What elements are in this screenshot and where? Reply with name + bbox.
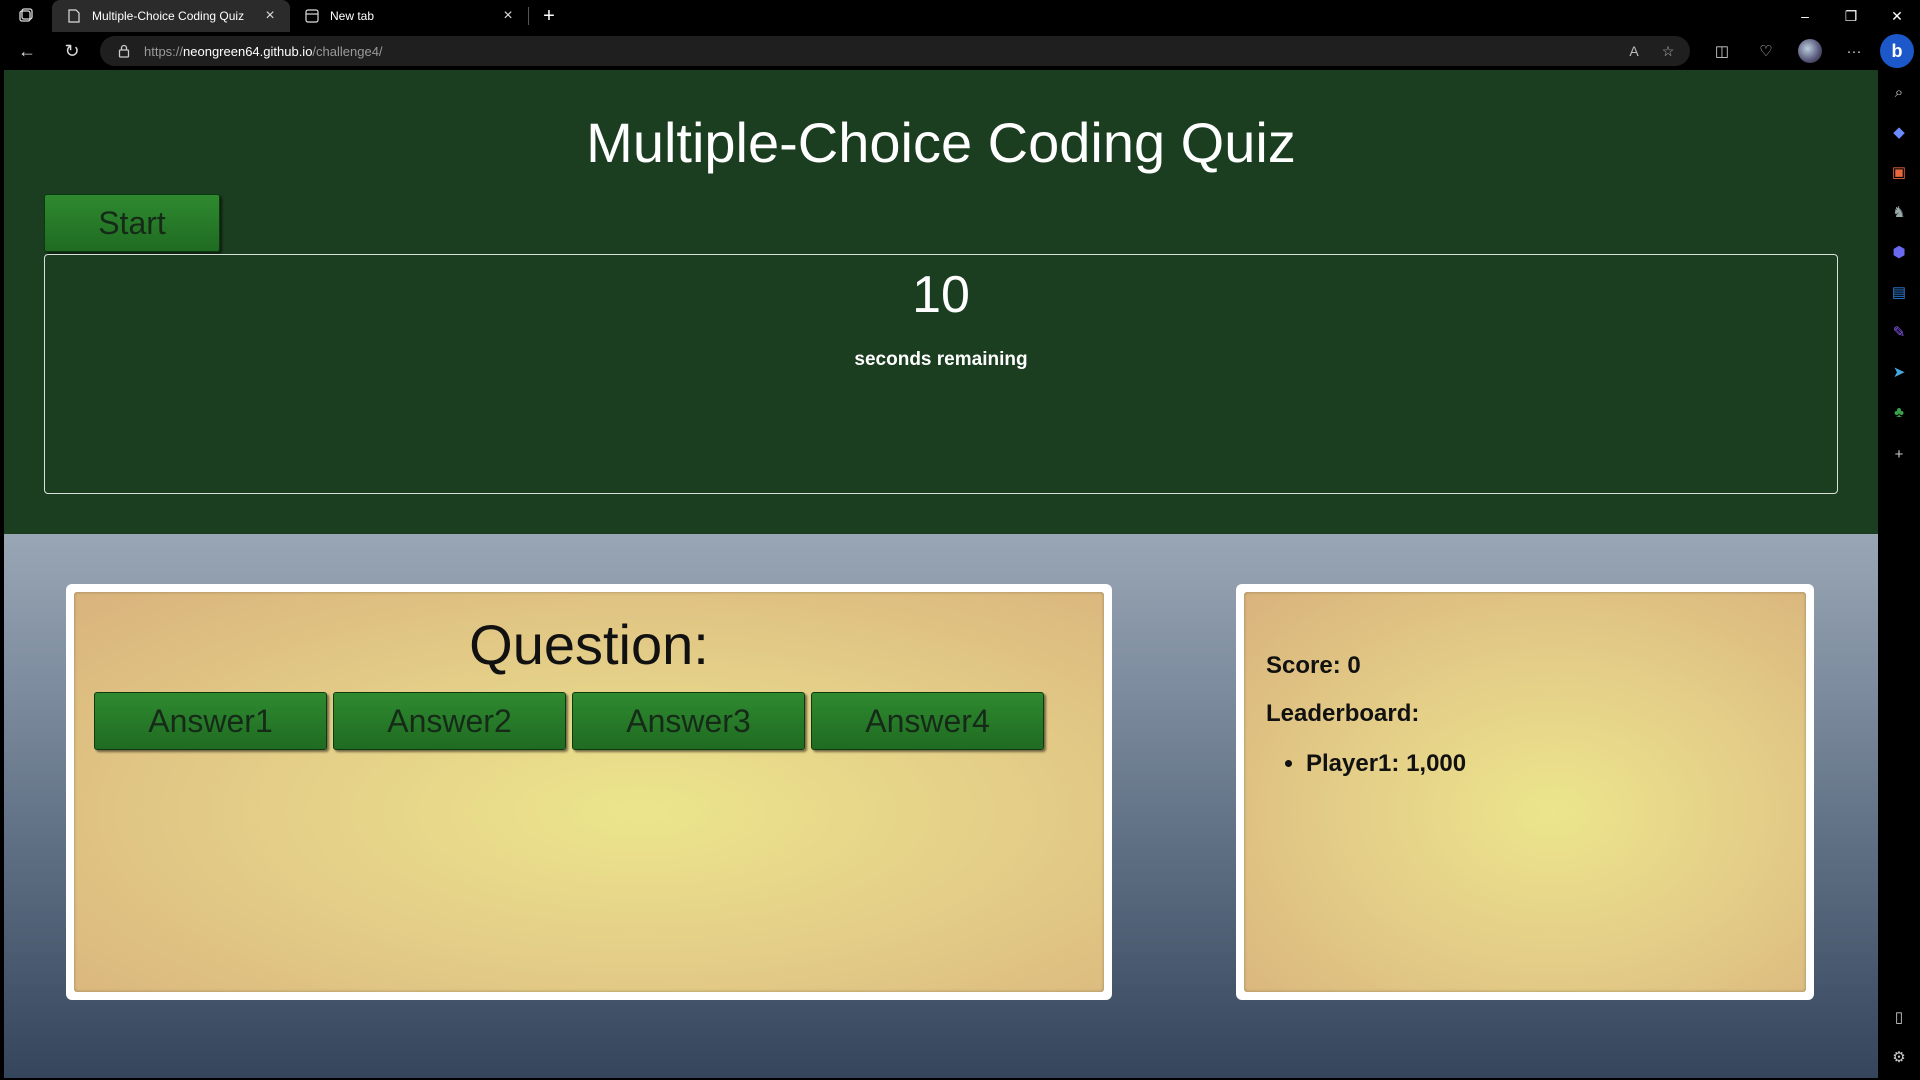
close-window-icon[interactable]: ✕ [1874,0,1920,32]
quiz-header: Multiple-Choice Coding Quiz Start 10 sec… [4,70,1878,534]
hide-sidebar-icon[interactable]: ▯ [1887,1005,1911,1029]
window-controls: – ❐ ✕ [1782,0,1920,32]
games-icon[interactable]: ♞ [1887,200,1911,224]
leaderboard-label: Leaderboard: [1266,700,1420,727]
timer-panel: 10 seconds remaining [44,254,1838,494]
read-aloud-icon[interactable]: A [1624,41,1644,61]
tab-strip: Multiple-Choice Coding Quiz × New tab × … [0,0,1920,32]
tab-actions-icon[interactable] [0,0,52,32]
shopping-tag-icon[interactable]: ◆ [1887,120,1911,144]
page-title: Multiple-Choice Coding Quiz [586,111,1296,174]
leaderboard-list: Player1: 1,000 [1306,750,1466,778]
settings-gear-icon[interactable]: ⚙ [1887,1045,1911,1069]
send-icon[interactable]: ➤ [1887,360,1911,384]
timer-label: seconds remaining [854,349,1028,370]
answer-button-1[interactable]: Answer1 [94,692,327,750]
tab-title: New tab [330,9,375,23]
url-host: neongreen64.github.io [183,43,313,59]
leaderboard-entry: Player1: 1,000 [1306,750,1466,778]
refresh-icon[interactable]: ↻ [54,35,90,67]
new-tab-page-icon [304,8,320,24]
browser-essentials-icon[interactable]: ♡ [1748,36,1784,66]
back-icon[interactable]: ← [9,35,45,67]
score-card: Score: 0 Leaderboard: Player1: 1,000 [1236,584,1814,1000]
answer-button-2[interactable]: Answer2 [333,692,566,750]
copilot-icon[interactable]: b [1880,34,1914,68]
page-icon [66,8,82,24]
address-bar-row: ← ↻ https://neongreen64.github.io/challe… [0,32,1920,70]
minimize-icon[interactable]: – [1782,0,1828,32]
edge-sidebar: ⌕ ◆ ▣ ♞ ⬢ ▤ ✎ ➤ ♣ + ▯ ⚙ [1878,70,1920,1080]
start-button[interactable]: Start [44,194,220,252]
question-card-body: Question: Answer1 Answer2 Answer3 Answer… [74,592,1104,992]
new-tab-button[interactable]: + [533,0,565,32]
lock-icon[interactable] [116,43,132,59]
microsoft365-icon[interactable]: ⬢ [1887,240,1911,264]
tools-briefcase-icon[interactable]: ▣ [1887,160,1911,184]
url-scheme: https:// [144,43,184,59]
tab-title: Multiple-Choice Coding Quiz [92,9,245,23]
question-card: Question: Answer1 Answer2 Answer3 Answer… [66,584,1112,1000]
timer-count: 10 [912,266,970,324]
close-tab-icon[interactable]: × [262,7,278,24]
tab-new-tab[interactable]: New tab × [290,0,528,32]
close-tab-icon[interactable]: × [500,7,516,24]
search-icon[interactable]: ⌕ [1887,80,1911,104]
tab-separator [528,7,529,25]
avatar [1798,39,1822,63]
favorite-star-icon[interactable]: ☆ [1658,41,1678,61]
answer-button-4[interactable]: Answer4 [811,692,1044,750]
tree-icon[interactable]: ♣ [1887,400,1911,424]
profile-avatar[interactable] [1792,36,1828,66]
more-options-icon[interactable]: ··· [1836,36,1872,66]
score-card-body: Score: 0 Leaderboard: Player1: 1,000 [1244,592,1806,992]
url-text[interactable]: https://neongreen64.github.io/challenge4… [144,44,383,59]
restore-icon[interactable]: ❐ [1828,0,1874,32]
answer-button-3[interactable]: Answer3 [572,692,805,750]
drop-notes-icon[interactable]: ✎ [1887,320,1911,344]
outlook-icon[interactable]: ▤ [1887,280,1911,304]
address-bar[interactable]: https://neongreen64.github.io/challenge4… [100,36,1690,66]
tab-quiz[interactable]: Multiple-Choice Coding Quiz × [52,0,290,32]
url-path: /challenge4/ [312,43,383,59]
answer-buttons: Answer1 Answer2 Answer3 Answer4 [94,692,1044,750]
split-screen-icon[interactable]: ◫ [1704,36,1740,66]
page-viewport: Multiple-Choice Coding Quiz Start 10 sec… [4,70,1878,1078]
add-sidebar-icon[interactable]: + [1887,442,1911,466]
score-text: Score: 0 [1266,652,1361,679]
question-heading: Question: [469,613,709,676]
